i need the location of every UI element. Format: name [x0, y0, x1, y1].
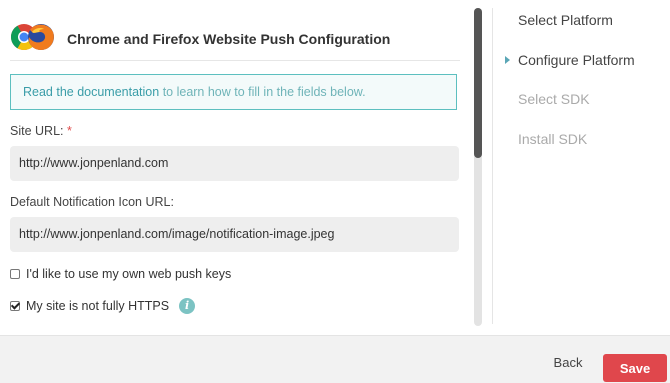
back-button[interactable]: Back: [544, 349, 592, 375]
site-url-input[interactable]: http://www.jonpenland.com: [10, 146, 459, 181]
save-button[interactable]: Save: [603, 354, 667, 382]
chrome-firefox-logo-icon: [10, 24, 54, 51]
footer-bar: Back Save: [0, 335, 670, 383]
info-callout: Read the documentation to learn how to f…: [10, 74, 457, 110]
info-icon[interactable]: i: [179, 298, 196, 314]
configuration-panel: Chrome and Firefox Website Push Configur…: [0, 0, 476, 335]
icon-url-label: Default Notification Icon URL:: [10, 195, 174, 209]
step-configure-platform[interactable]: Configure Platform: [518, 52, 635, 68]
step-select-sdk: Select SDK: [518, 91, 590, 107]
not-https-label: My site is not fully HTTPS: [26, 299, 170, 313]
info-callout-text: to learn how to fill in the fields below…: [159, 85, 366, 99]
step-install-sdk: Install SDK: [518, 131, 588, 147]
documentation-link[interactable]: Read the documentation: [23, 85, 159, 99]
scrollbar[interactable]: [474, 8, 482, 326]
scrollbar-thumb[interactable]: [474, 8, 482, 158]
own-keys-checkbox[interactable]: [10, 269, 20, 279]
own-keys-label: I'd like to use my own web push keys: [26, 267, 232, 281]
not-https-checkbox[interactable]: [10, 301, 20, 311]
own-keys-option[interactable]: I'd like to use my own web push keys: [10, 265, 231, 283]
step-select-platform[interactable]: Select Platform: [518, 12, 613, 28]
panel-header: Chrome and Firefox Website Push Configur…: [10, 14, 460, 61]
site-url-label: Site URL: *: [10, 124, 72, 138]
not-https-option[interactable]: My site is not fully HTTPS i: [10, 297, 196, 315]
divider: [492, 8, 493, 324]
current-step-arrow-icon: [505, 56, 510, 64]
setup-steps: Select Platform Configure Platform Selec…: [505, 0, 670, 335]
icon-url-input[interactable]: http://www.jonpenland.com/image/notifica…: [10, 217, 459, 252]
page-title: Chrome and Firefox Website Push Configur…: [67, 31, 391, 47]
required-mark: *: [66, 124, 72, 138]
